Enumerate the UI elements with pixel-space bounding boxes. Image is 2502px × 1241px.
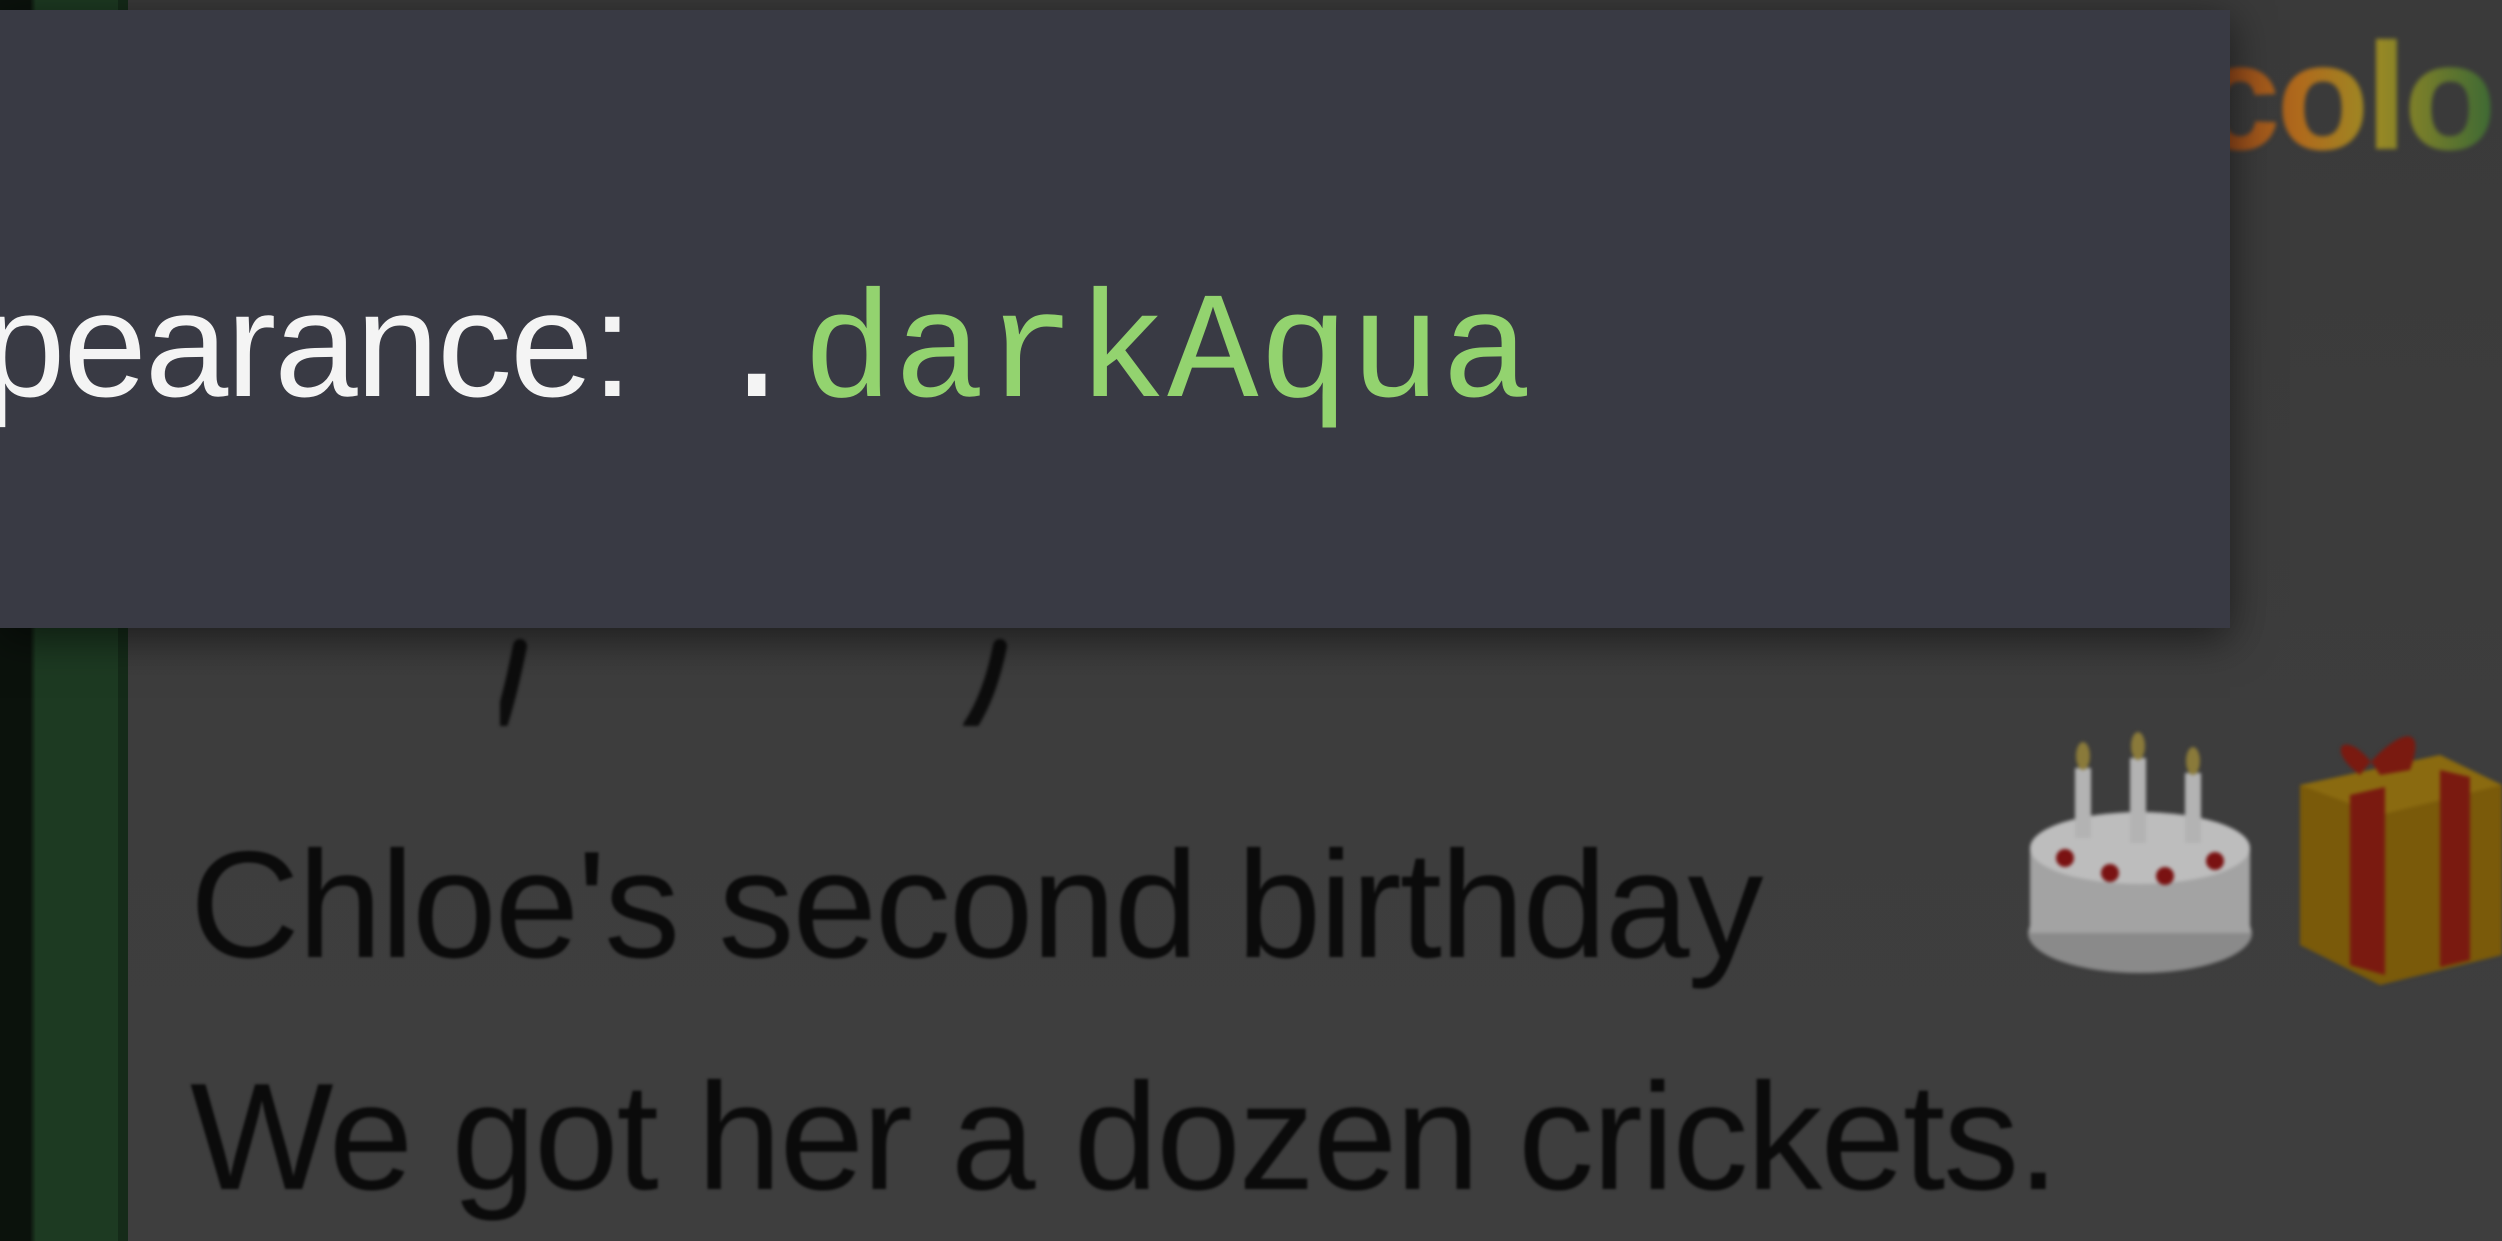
code-parameter-label: pearance: [0, 260, 633, 428]
code-dot: . [711, 269, 803, 442]
handwriting-fragment [500, 639, 1007, 726]
presentation-slide: colo Chloe's second birthday We got her … [0, 0, 2502, 1241]
code-line: pearance: .darkAqua [0, 258, 1532, 442]
wrapped-gift-icon [2300, 736, 2502, 985]
code-overlay-panel: pearance: .darkAqua [0, 10, 2230, 628]
birthday-cake-icon [2028, 732, 2252, 973]
note-heading-partial: colo [2196, 10, 2496, 185]
code-appearance-value: darkAqua [802, 269, 1533, 442]
note-line-1: Chloe's second birthday [190, 820, 1764, 990]
note-line-2: We got her a dozen crickets. [190, 1052, 2059, 1222]
